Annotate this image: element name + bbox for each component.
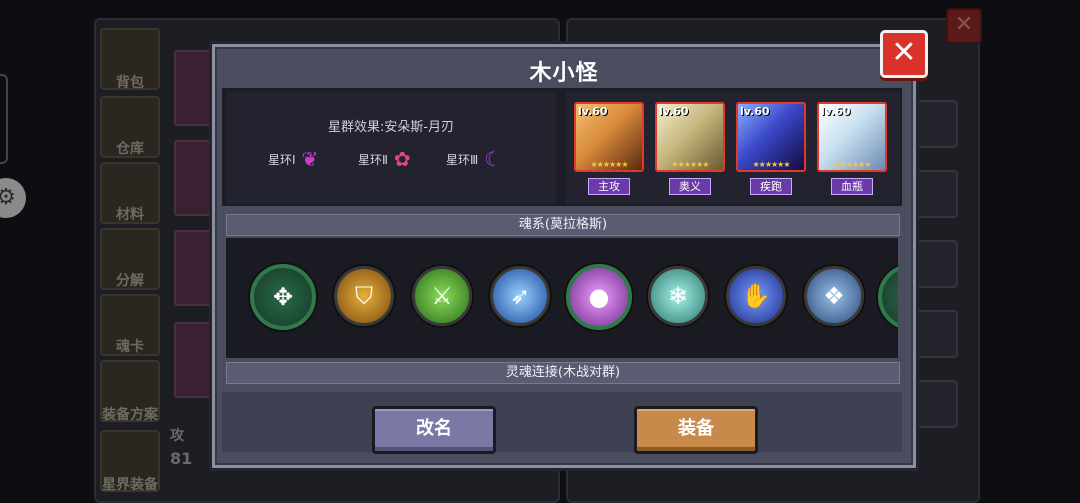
rename-button[interactable]: 改名 [372, 406, 496, 454]
star-set-box: 星群效果:安朵斯-月刃 星环Ⅰ ❦ 星环Ⅱ ✿ 星环Ⅲ ☾ [226, 92, 556, 204]
star-rating-icon: ★★★★★★ [833, 160, 871, 169]
crossed-tools-icon[interactable]: ✥ [250, 264, 316, 330]
hero-portrait[interactable]: lv.60 ★★★★★★ [736, 102, 806, 172]
attack-stat: 攻 81 [170, 425, 192, 468]
settings-gear-icon[interactable]: ⚙ [0, 178, 26, 218]
purple-orb-icon[interactable]: ● [566, 264, 632, 330]
sidebar-label: 魂卡 [116, 339, 144, 355]
star-rating-icon: ★★★★★★ [752, 160, 790, 169]
edge-tab[interactable] [0, 74, 8, 164]
hero-level: lv.60 [578, 105, 608, 118]
set-effect-text: 星群效果:安朵斯-月刃 [327, 120, 455, 135]
attack-value: 81 [170, 449, 193, 468]
crescent-bird-icon: ❦ [301, 147, 319, 171]
hero-role-tag: 奥义 [669, 178, 711, 195]
ring-label: 星环Ⅰ [268, 152, 296, 167]
hero-role-tag: 疾跑 [750, 178, 792, 195]
ring-1[interactable]: 星环Ⅰ ❦ [268, 148, 318, 170]
soul-strip: ✥ ⛉ ⚔ ➶ ● ❄ ✋ ❖ ✥ [226, 238, 898, 358]
sidebar-label: 装备方案 [102, 407, 158, 423]
sidebar-label: 背包 [116, 75, 144, 91]
hero-portrait[interactable]: lv.60 ★★★★★★ [655, 102, 725, 172]
green-partial-icon[interactable]: ✥ [878, 264, 898, 330]
attack-label: 攻 [170, 428, 184, 444]
sidebar-label: 分解 [116, 273, 144, 289]
button-bar [222, 392, 902, 452]
flower-icon: ✿ [393, 147, 411, 171]
sidebar-label: 材料 [116, 207, 144, 223]
ring-3[interactable]: 星环Ⅲ ☾ [446, 148, 502, 170]
gold-helmet-icon[interactable]: ⛉ [334, 266, 394, 326]
cyan-swirl-icon[interactable]: ❄ [648, 266, 708, 326]
star-rating-icon: ★★★★★★ [671, 160, 709, 169]
close-icon[interactable]: ✕ [880, 30, 928, 78]
hero-level: lv.60 [821, 105, 851, 118]
ring-2[interactable]: 星环Ⅱ ✿ [358, 148, 411, 170]
sidebar-label: 仓库 [116, 141, 144, 157]
dialog-title: 木小怪 [529, 61, 599, 86]
sidebar-label: 星界装备 [102, 477, 158, 493]
ring-label: 星环Ⅱ [358, 152, 388, 167]
hero-team: lv.60 ★★★★★★ 主攻 lv.60 ★★★★★★ 奥义 lv.60 ★★… [566, 92, 900, 204]
hero-level: lv.60 [659, 105, 689, 118]
ring-label: 星环Ⅲ [446, 152, 479, 167]
blue-arrow-icon[interactable]: ➶ [490, 266, 550, 326]
hero-level: lv.60 [740, 105, 770, 118]
soul-section-header: 魂系(莫拉格斯) [226, 214, 900, 236]
blue-book-icon[interactable]: ❖ [804, 266, 864, 326]
hero-role-tag: 血瓶 [831, 178, 873, 195]
link-section-header: 灵魂连接(木战对群) [226, 362, 900, 384]
star-rating-icon: ★★★★★★ [590, 160, 628, 169]
hero-portrait[interactable]: lv.60 ★★★★★★ [817, 102, 887, 172]
blue-hand-icon[interactable]: ✋ [726, 266, 786, 326]
bg-close-icon[interactable]: ✕ [946, 8, 982, 44]
green-sword-icon[interactable]: ⚔ [412, 266, 472, 326]
hero-role-tag: 主攻 [588, 178, 630, 195]
crescent-moon-icon: ☾ [484, 147, 503, 171]
equip-button[interactable]: 装备 [634, 406, 758, 454]
hero-portrait[interactable]: lv.60 ★★★★★★ [574, 102, 644, 172]
